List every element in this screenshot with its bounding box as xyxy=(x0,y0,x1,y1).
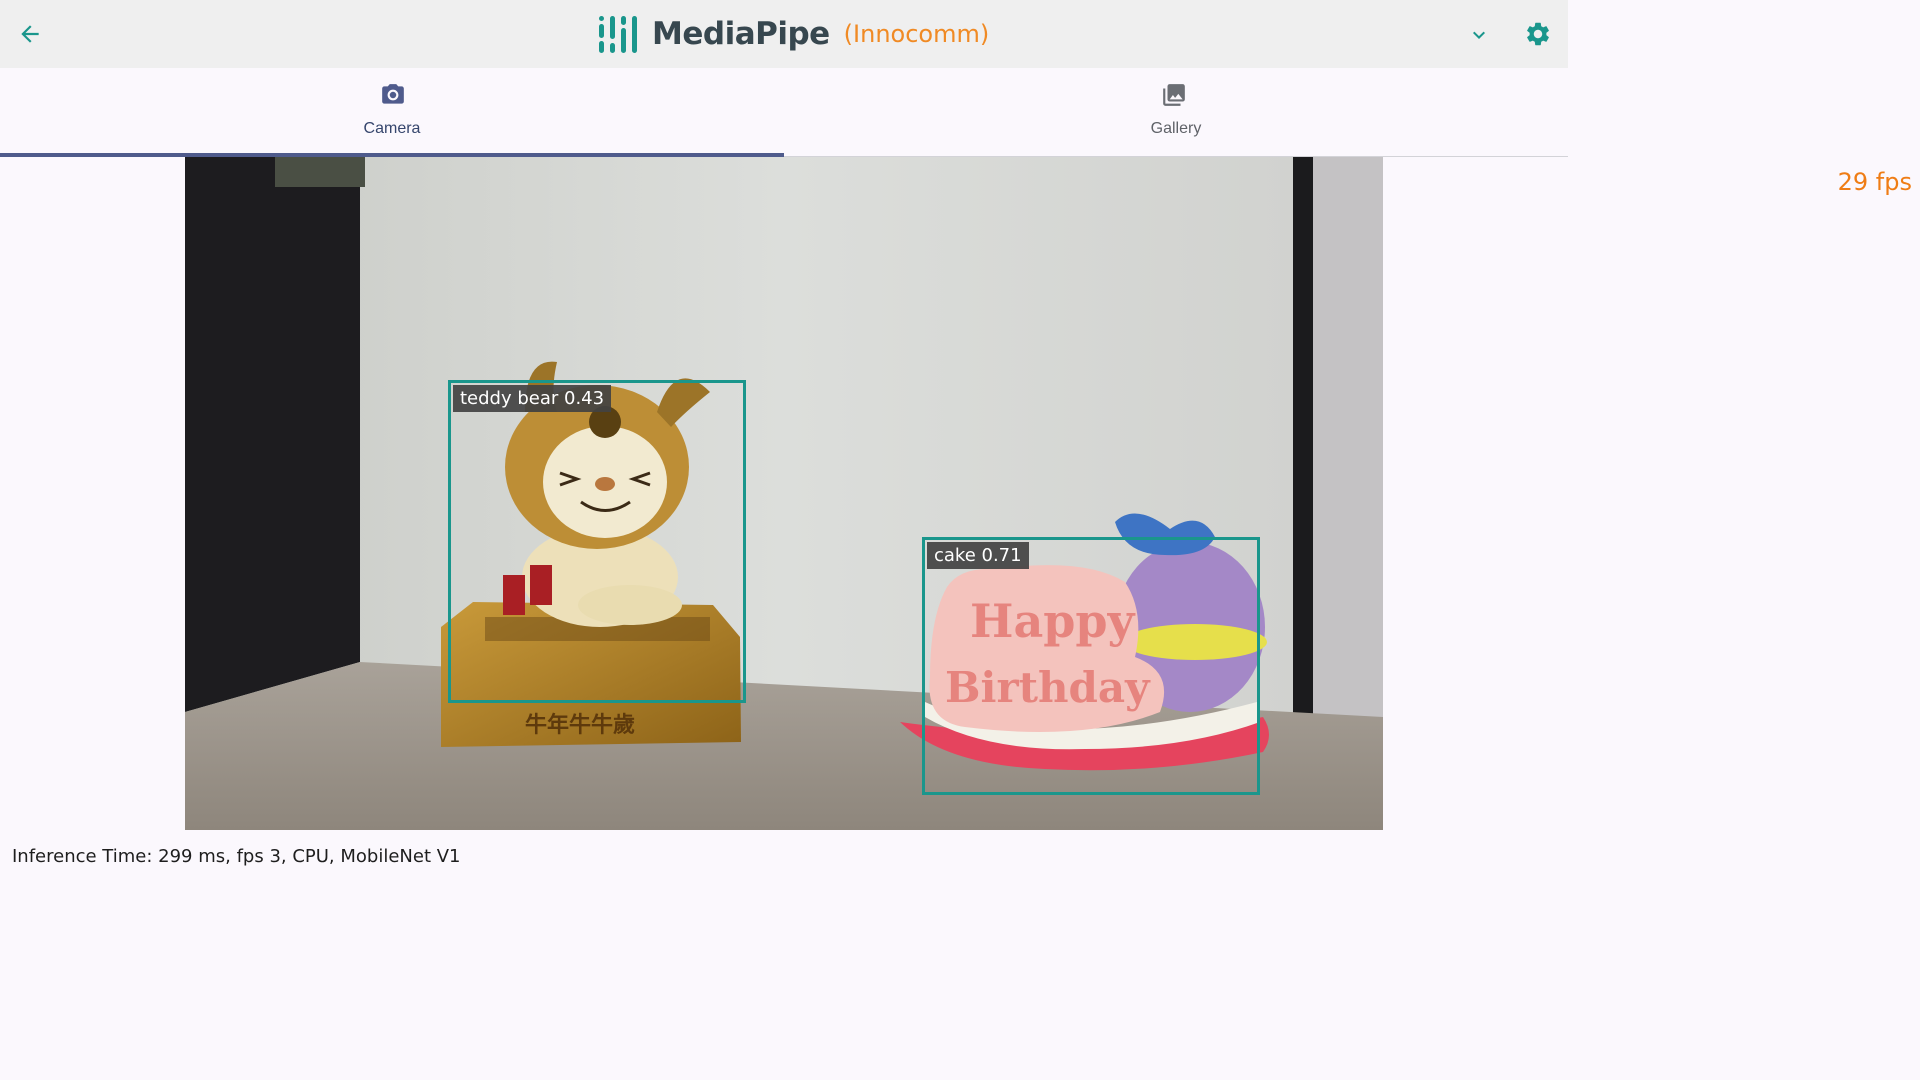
device-dropdown-button[interactable] xyxy=(1464,20,1494,50)
inference-status: Inference Time: 299 ms, fps 3, CPU, Mobi… xyxy=(12,846,461,867)
app-logo: MediaPipe (Innocomm) xyxy=(598,12,989,56)
settings-button[interactable] xyxy=(1520,16,1556,52)
gear-icon xyxy=(1527,22,1549,46)
tab-camera-label: Camera xyxy=(363,120,421,137)
camera-icon xyxy=(382,84,404,104)
tab-camera[interactable]: Camera xyxy=(0,68,784,157)
tab-gallery-label: Gallery xyxy=(1150,120,1202,137)
detection-box-teddy-bear: teddy bear 0.43 xyxy=(448,380,746,703)
device-label: (Innocomm) xyxy=(843,20,990,48)
detection-label: cake 0.71 xyxy=(927,542,1029,569)
back-button[interactable] xyxy=(12,16,48,52)
svg-text:牛年牛牛歲: 牛年牛牛歲 xyxy=(525,712,635,738)
camera-preview: 牛年牛牛歲 Happy Birthday teddy bear 0.43 cak… xyxy=(185,157,1383,830)
app-bar: MediaPipe (Innocomm) xyxy=(0,0,1568,68)
mediapipe-logo-icon xyxy=(599,16,637,53)
detection-label: teddy bear 0.43 xyxy=(453,385,612,412)
bottom-tabs: Camera Gallery xyxy=(0,68,1568,157)
tab-gallery[interactable]: Gallery xyxy=(784,68,1568,156)
fps-counter: 29 fps xyxy=(1837,168,1912,196)
arrow-back-icon xyxy=(21,25,39,43)
chevron-down-icon xyxy=(1473,31,1485,39)
gallery-icon xyxy=(1163,84,1185,106)
app-title: MediaPipe xyxy=(652,16,830,52)
detection-box-cake: cake 0.71 xyxy=(922,537,1260,795)
